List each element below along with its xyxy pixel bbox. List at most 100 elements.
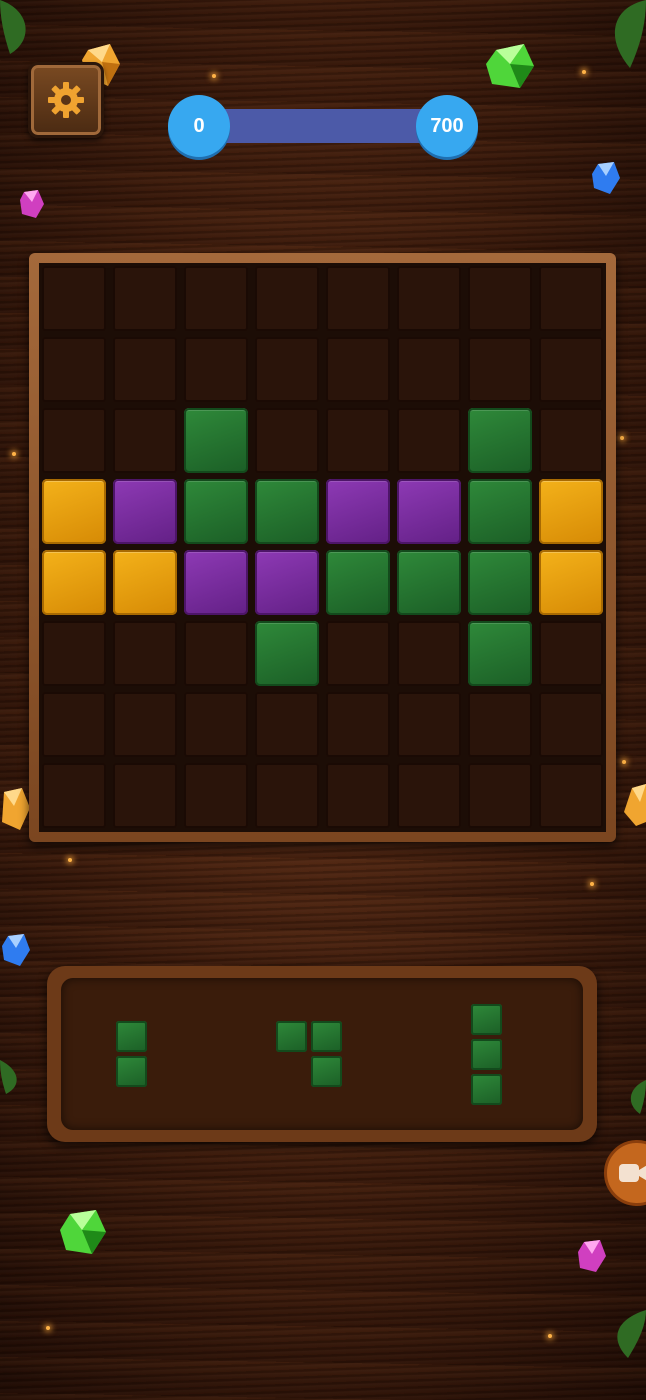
board-cell-empty[interactable] bbox=[255, 337, 319, 402]
leaf-icon bbox=[0, 0, 26, 54]
board-cell-empty[interactable] bbox=[255, 763, 319, 828]
board-block-purple[interactable] bbox=[113, 479, 177, 544]
leaf-icon-top-right bbox=[614, 0, 646, 68]
board-block-green[interactable] bbox=[184, 479, 248, 544]
board-cell-empty[interactable] bbox=[397, 266, 461, 331]
game-board[interactable] bbox=[39, 263, 606, 832]
current-score: 0 bbox=[168, 95, 230, 157]
video-icon bbox=[619, 1164, 646, 1182]
piece-block-green bbox=[470, 1073, 502, 1105]
tray-piece-1[interactable] bbox=[114, 1019, 149, 1089]
board-cell-empty[interactable] bbox=[113, 621, 177, 686]
board-cell-empty[interactable] bbox=[255, 266, 319, 331]
board-cell-empty[interactable] bbox=[468, 337, 532, 402]
board-cell-empty[interactable] bbox=[255, 692, 319, 757]
spark bbox=[582, 70, 586, 74]
board-cell-empty[interactable] bbox=[397, 692, 461, 757]
board-cell-empty[interactable] bbox=[184, 692, 248, 757]
board-cell-empty[interactable] bbox=[397, 337, 461, 402]
piece-block-green bbox=[470, 1003, 502, 1035]
board-cell-empty[interactable] bbox=[326, 337, 390, 402]
board-block-green[interactable] bbox=[255, 621, 319, 686]
board-cell-empty[interactable] bbox=[397, 621, 461, 686]
spark bbox=[590, 882, 594, 886]
board-cell-empty[interactable] bbox=[42, 337, 106, 402]
spark bbox=[620, 436, 624, 440]
settings-button[interactable] bbox=[28, 62, 104, 138]
board-cell-empty[interactable] bbox=[113, 692, 177, 757]
board-block-yellow[interactable] bbox=[42, 479, 106, 544]
green-gem-icon-bottom bbox=[60, 1210, 106, 1254]
board-cell-empty[interactable] bbox=[184, 621, 248, 686]
piece-block-green bbox=[115, 1056, 147, 1087]
yellow-gem-icon-left bbox=[2, 788, 30, 830]
green-gem-icon bbox=[486, 44, 534, 88]
board-cell-empty[interactable] bbox=[539, 266, 603, 331]
leaf-icon-bottom-right bbox=[617, 1310, 646, 1358]
board-block-green[interactable] bbox=[397, 550, 461, 615]
blue-gem-icon-left bbox=[2, 934, 30, 966]
spark bbox=[212, 74, 216, 78]
board-cell-empty[interactable] bbox=[326, 266, 390, 331]
board-cell-empty[interactable] bbox=[468, 692, 532, 757]
board-cell-empty[interactable] bbox=[184, 266, 248, 331]
board-block-yellow[interactable] bbox=[113, 550, 177, 615]
board-cell-empty[interactable] bbox=[326, 763, 390, 828]
board-block-green[interactable] bbox=[326, 550, 390, 615]
board-cell-empty[interactable] bbox=[42, 408, 106, 473]
board-cell-empty[interactable] bbox=[539, 692, 603, 757]
board-cell-empty[interactable] bbox=[326, 408, 390, 473]
board-cell-empty[interactable] bbox=[184, 337, 248, 402]
board-cell-empty[interactable] bbox=[113, 337, 177, 402]
spark bbox=[12, 452, 16, 456]
pink-gem-icon-bottom bbox=[578, 1240, 606, 1272]
board-cell-empty[interactable] bbox=[326, 621, 390, 686]
board-cell-empty[interactable] bbox=[326, 692, 390, 757]
board-cell-empty[interactable] bbox=[468, 266, 532, 331]
piece-block-green bbox=[470, 1038, 502, 1070]
leaf-icon-right bbox=[630, 1080, 646, 1114]
tray-piece-2[interactable] bbox=[274, 1019, 344, 1089]
yellow-gem-icon-right bbox=[624, 784, 646, 826]
board-block-green[interactable] bbox=[468, 621, 532, 686]
board-block-green[interactable] bbox=[184, 408, 248, 473]
board-cell-empty[interactable] bbox=[184, 763, 248, 828]
piece-block-green bbox=[115, 1021, 147, 1052]
board-block-green[interactable] bbox=[255, 479, 319, 544]
leaf-icon-left bbox=[0, 1060, 17, 1094]
board-cell-empty[interactable] bbox=[42, 266, 106, 331]
board-block-purple[interactable] bbox=[184, 550, 248, 615]
board-cell-empty[interactable] bbox=[42, 621, 106, 686]
piece-block-green bbox=[311, 1021, 342, 1052]
board-cell-empty[interactable] bbox=[468, 763, 532, 828]
board-cell-empty[interactable] bbox=[397, 408, 461, 473]
board-block-purple[interactable] bbox=[326, 479, 390, 544]
board-block-green[interactable] bbox=[468, 479, 532, 544]
board-cell-empty[interactable] bbox=[42, 692, 106, 757]
piece-block-green bbox=[311, 1056, 342, 1087]
spark bbox=[548, 1334, 552, 1338]
board-cell-empty[interactable] bbox=[113, 763, 177, 828]
board-block-green[interactable] bbox=[468, 550, 532, 615]
board-cell-empty[interactable] bbox=[255, 408, 319, 473]
board-cell-empty[interactable] bbox=[42, 763, 106, 828]
board-block-purple[interactable] bbox=[255, 550, 319, 615]
board-cell-empty[interactable] bbox=[539, 408, 603, 473]
board-cell-empty[interactable] bbox=[539, 763, 603, 828]
board-block-yellow[interactable] bbox=[42, 550, 106, 615]
board-cell-empty[interactable] bbox=[113, 266, 177, 331]
board-block-yellow[interactable] bbox=[539, 550, 603, 615]
board-cell-empty[interactable] bbox=[113, 408, 177, 473]
board-block-green[interactable] bbox=[468, 408, 532, 473]
board-cell-empty[interactable] bbox=[539, 337, 603, 402]
board-block-purple[interactable] bbox=[397, 479, 461, 544]
board-block-yellow[interactable] bbox=[539, 479, 603, 544]
piece-block-green bbox=[276, 1021, 307, 1052]
score-progress-bar bbox=[200, 109, 450, 143]
board-cell-empty[interactable] bbox=[397, 763, 461, 828]
board-cell-empty[interactable] bbox=[539, 621, 603, 686]
pink-gem-icon bbox=[20, 190, 44, 218]
video-reward-button[interactable] bbox=[604, 1140, 646, 1206]
tray-piece-3[interactable] bbox=[469, 1002, 504, 1107]
spark bbox=[622, 760, 626, 764]
